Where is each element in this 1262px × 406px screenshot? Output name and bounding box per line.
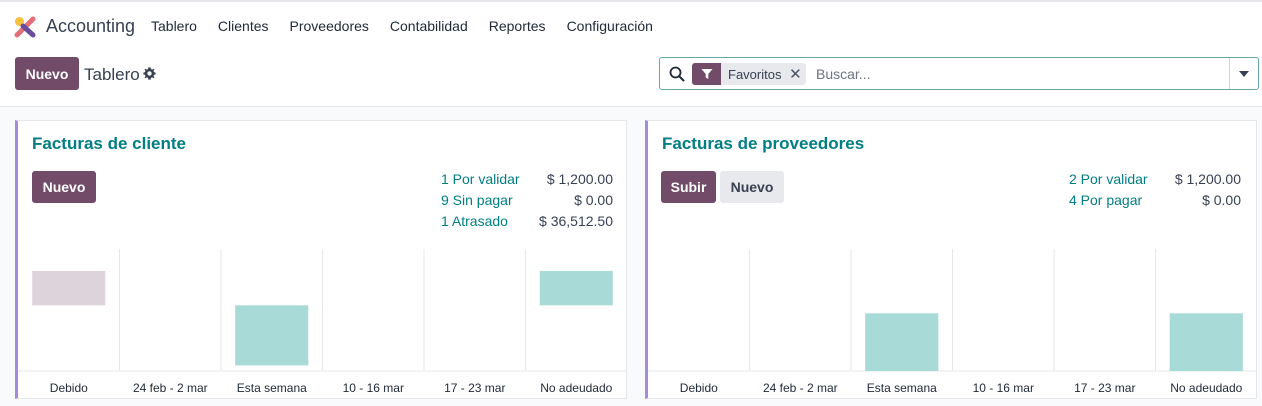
- app-name[interactable]: Accounting: [46, 16, 135, 37]
- stat-row: 1 Por validar $ 1,200.00: [441, 171, 613, 192]
- filter-icon: [692, 63, 721, 85]
- stat-value: $ 1,200.00: [546, 171, 613, 187]
- stat-value: $ 0.00: [1202, 192, 1241, 208]
- search-icon[interactable]: [669, 66, 685, 82]
- search-bar: Favoritos ✕: [659, 57, 1259, 90]
- main-menu: Tablero Clientes Proveedores Contabilida…: [151, 18, 674, 34]
- new-bill-button[interactable]: Nuevo: [720, 171, 784, 203]
- chart-tick-label: No adeudado: [1170, 381, 1242, 395]
- chart-bar: [235, 305, 309, 366]
- chart-tick-label: Esta semana: [867, 381, 937, 395]
- vendor-bills-chart[interactable]: Debido 24 feb - 2 mar Esta semana 10 - 16 m…: [648, 249, 1257, 399]
- card-stats: 2 Por validar $ 1,200.00 4 Por pagar $ 0…: [1069, 171, 1241, 213]
- stat-unpaid[interactable]: 9 Sin pagar: [441, 192, 537, 213]
- chart-tick-label: 24 feb - 2 mar: [133, 381, 208, 395]
- stat-value: $ 1,200.00: [1174, 171, 1241, 187]
- chart-tick-label: 10 - 16 mar: [343, 381, 404, 395]
- menu-item-clientes[interactable]: Clientes: [218, 18, 269, 34]
- breadcrumb: Tablero: [84, 65, 140, 84]
- upload-button[interactable]: Subir: [661, 171, 716, 203]
- search-input[interactable]: [816, 64, 1216, 84]
- menu-item-reportes[interactable]: Reportes: [489, 18, 546, 34]
- caret-down-icon: [1239, 70, 1249, 77]
- menu-item-configuracion[interactable]: Configuración: [567, 18, 653, 34]
- card-title[interactable]: Facturas de proveedores: [662, 134, 864, 154]
- customer-invoices-card: Facturas de cliente Nuevo 1 Por validar …: [15, 120, 627, 399]
- top-navbar: Accounting Tablero Clientes Proveedores …: [0, 0, 1262, 52]
- chart-tick-label: No adeudado: [540, 381, 612, 395]
- stat-value: $ 36,512.50: [539, 213, 613, 229]
- chart-tick-label: Esta semana: [237, 381, 307, 395]
- card-title[interactable]: Facturas de cliente: [32, 134, 186, 154]
- chart-tick-label: 17 - 23 mar: [444, 381, 505, 395]
- customer-invoices-chart[interactable]: Debido 24 feb - 2 mar Esta semana 10 - 16 m…: [18, 249, 627, 399]
- facet-label: Favoritos: [728, 66, 782, 82]
- menu-item-contabilidad[interactable]: Contabilidad: [390, 18, 468, 34]
- stat-to-validate[interactable]: 1 Por validar: [441, 171, 537, 192]
- stat-row: 4 Por pagar $ 0.00: [1069, 192, 1241, 213]
- close-icon[interactable]: ✕: [788, 65, 806, 83]
- chart-tick-label: 24 feb - 2 mar: [763, 381, 838, 395]
- stat-to-pay[interactable]: 4 Por pagar: [1069, 192, 1165, 213]
- new-invoice-button[interactable]: Nuevo: [32, 171, 96, 203]
- chart-tick-label: 17 - 23 mar: [1074, 381, 1135, 395]
- stat-to-validate[interactable]: 2 Por validar: [1069, 171, 1165, 192]
- chart-bar: [32, 271, 106, 306]
- stat-row: 2 Por validar $ 1,200.00: [1069, 171, 1241, 192]
- chart-bar: [1169, 313, 1243, 371]
- chart-bar: [539, 271, 613, 306]
- accounting-logo-icon[interactable]: [14, 16, 36, 38]
- chart-bar: [865, 313, 939, 371]
- stat-value: $ 0.00: [574, 192, 613, 208]
- stat-row: 1 Atrasado $ 36,512.50: [441, 213, 613, 234]
- search-facet-favorites: Favoritos ✕: [692, 63, 807, 85]
- gear-icon[interactable]: [143, 67, 156, 80]
- menu-item-proveedores[interactable]: Proveedores: [290, 18, 369, 34]
- control-panel: Nuevo Tablero Favoritos ✕: [0, 52, 1262, 107]
- new-button[interactable]: Nuevo: [15, 57, 79, 90]
- chart-tick-label: Debido: [680, 381, 718, 395]
- search-options-toggle[interactable]: [1229, 58, 1258, 89]
- chart-tick-label: 10 - 16 mar: [973, 381, 1034, 395]
- vendor-bills-card: Facturas de proveedores Subir Nuevo 2 Po…: [645, 120, 1257, 399]
- chart-tick-label: Debido: [50, 381, 88, 395]
- menu-item-tablero[interactable]: Tablero: [151, 18, 197, 34]
- stat-late[interactable]: 1 Atrasado: [441, 213, 537, 234]
- stat-row: 9 Sin pagar $ 0.00: [441, 192, 613, 213]
- card-stats: 1 Por validar $ 1,200.00 9 Sin pagar $ 0…: [441, 171, 613, 234]
